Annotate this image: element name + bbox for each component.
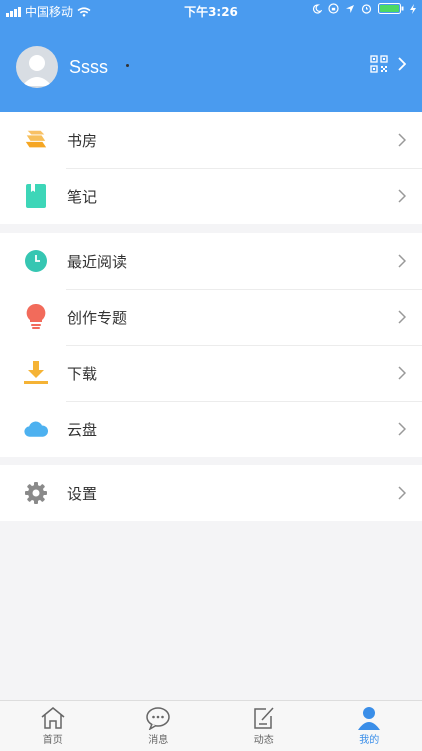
gear-icon bbox=[24, 481, 48, 505]
avatar[interactable] bbox=[16, 46, 58, 88]
chevron-right-icon bbox=[398, 189, 406, 203]
tab-messages[interactable]: 消息 bbox=[106, 701, 212, 751]
chevron-right-icon bbox=[398, 254, 406, 268]
tab-label-me: 我的 bbox=[359, 731, 379, 746]
tab-label-messages: 消息 bbox=[148, 731, 168, 746]
charging-icon bbox=[410, 4, 416, 14]
person-icon bbox=[356, 706, 382, 730]
menu-item-study[interactable]: 书房 bbox=[0, 112, 422, 168]
chevron-right-icon bbox=[398, 57, 406, 71]
notebook-icon bbox=[24, 184, 48, 208]
clock-icon bbox=[24, 249, 48, 273]
lightbulb-icon bbox=[24, 305, 48, 329]
battery-icon bbox=[378, 3, 404, 14]
download-icon bbox=[24, 361, 48, 385]
menu-item-topics[interactable]: 创作专题 bbox=[0, 289, 422, 345]
location-icon bbox=[345, 4, 355, 14]
profile-row[interactable]: Ssss bbox=[16, 45, 406, 89]
tab-bar: 首页 消息 动态 我的 bbox=[0, 700, 422, 751]
menu-group-library: 书房 笔记 bbox=[0, 112, 422, 224]
menu-item-cloud[interactable]: 云盘 bbox=[0, 401, 422, 457]
menu-group-settings: 设置 bbox=[0, 465, 422, 521]
menu-item-download[interactable]: 下载 bbox=[0, 345, 422, 401]
tab-label-activity: 动态 bbox=[254, 731, 274, 746]
qr-code-button[interactable] bbox=[370, 55, 406, 73]
alarm-icon bbox=[361, 3, 372, 14]
chevron-right-icon bbox=[398, 133, 406, 147]
chat-icon bbox=[145, 706, 171, 730]
menu-group-content: 最近阅读 创作专题 下载 云盘 bbox=[0, 233, 422, 457]
menu-label-recent: 最近阅读 bbox=[67, 251, 127, 272]
profile-header: 中国移动 下午3:26 Ssss bbox=[0, 0, 422, 112]
menu-label-settings: 设置 bbox=[67, 483, 97, 504]
default-avatar-icon bbox=[16, 46, 58, 88]
qr-code-icon bbox=[370, 55, 388, 73]
menu-label-study: 书房 bbox=[67, 130, 97, 151]
chevron-right-icon bbox=[398, 366, 406, 380]
tab-activity[interactable]: 动态 bbox=[211, 701, 317, 751]
chevron-right-icon bbox=[398, 310, 406, 324]
tab-label-home: 首页 bbox=[43, 731, 63, 746]
status-bar: 中国移动 下午3:26 bbox=[0, 0, 422, 22]
edit-icon bbox=[251, 706, 277, 730]
status-dot bbox=[126, 64, 129, 67]
tab-home[interactable]: 首页 bbox=[0, 701, 106, 751]
tab-me[interactable]: 我的 bbox=[317, 701, 422, 751]
menu-label-notes: 笔记 bbox=[67, 186, 97, 207]
rotation-lock-icon bbox=[328, 3, 339, 14]
books-icon bbox=[24, 128, 48, 152]
menu-label-cloud: 云盘 bbox=[67, 419, 97, 440]
moon-icon bbox=[312, 4, 322, 14]
username: Ssss bbox=[69, 57, 108, 78]
menu-item-settings[interactable]: 设置 bbox=[0, 465, 422, 521]
chevron-right-icon bbox=[398, 422, 406, 436]
menu-item-recent[interactable]: 最近阅读 bbox=[0, 233, 422, 289]
chevron-right-icon bbox=[398, 486, 406, 500]
menu-label-topics: 创作专题 bbox=[67, 307, 127, 328]
menu-item-notes[interactable]: 笔记 bbox=[0, 168, 422, 224]
cloud-icon bbox=[24, 417, 48, 441]
menu-label-download: 下载 bbox=[67, 363, 97, 384]
home-icon bbox=[40, 706, 66, 730]
